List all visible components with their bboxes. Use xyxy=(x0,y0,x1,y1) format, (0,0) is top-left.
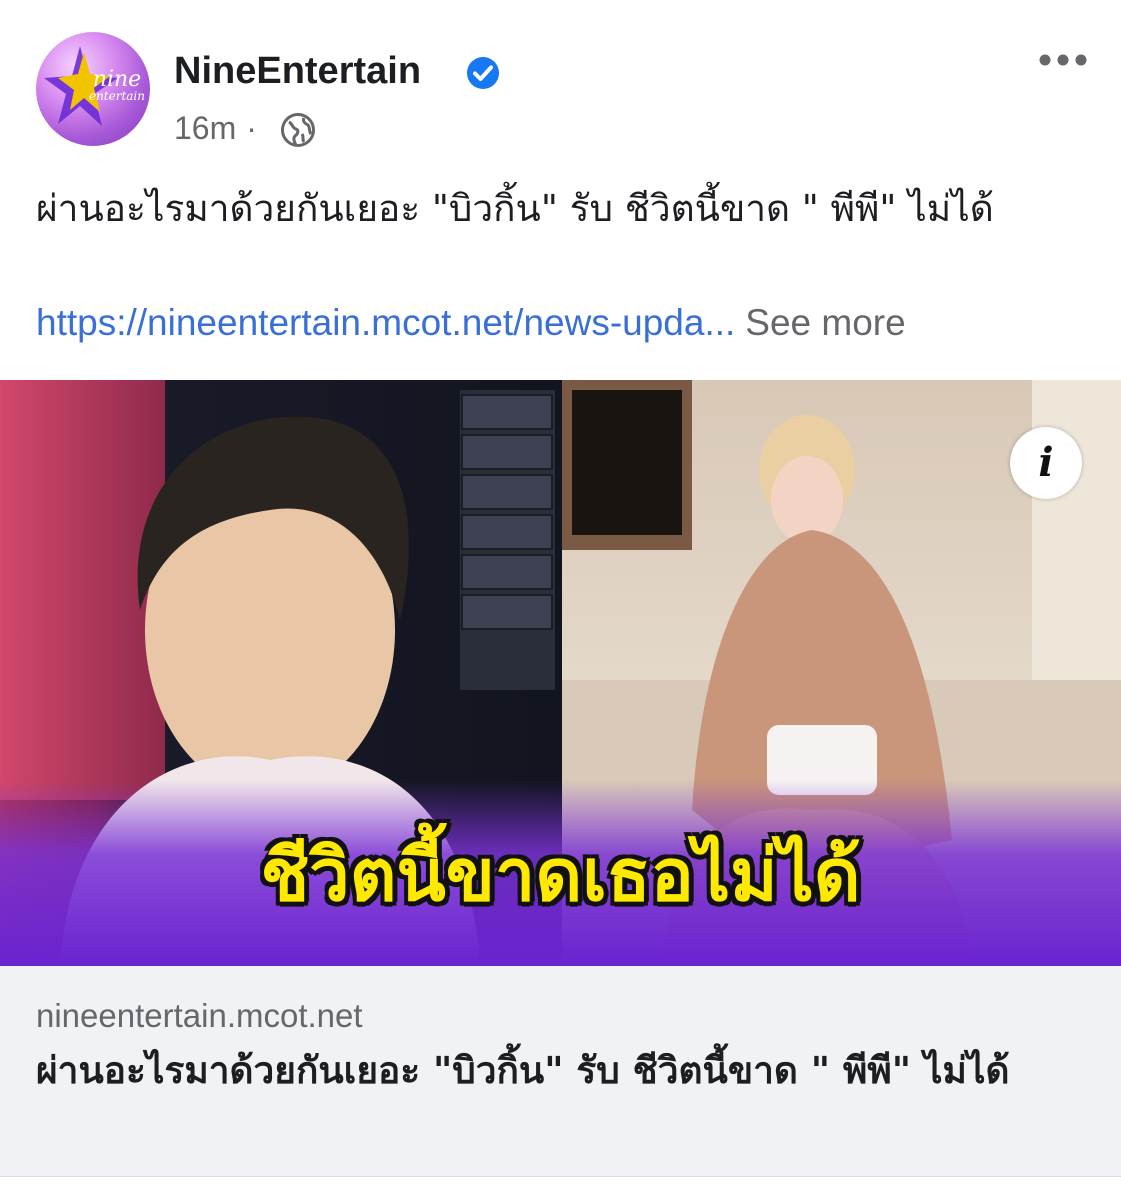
post-header: nine entertain NineEntertain 16m · xyxy=(0,0,1121,170)
avatar-logo-line1: nine xyxy=(92,67,142,92)
caption-link-line: https://nineentertain.mcot.net/news-upda… xyxy=(36,298,1096,348)
link-title[interactable]: ผ่านอะไรมาด้วยกันเยอะ "บิวกิ้น" รับ ชีวิ… xyxy=(36,1044,1086,1098)
verified-badge-icon xyxy=(467,57,499,89)
info-icon: i xyxy=(1038,439,1054,486)
post-caption: ผ่านอะไรมาด้วยกันเยอะ "บิวกิ้น" รับ ชีวิ… xyxy=(36,187,994,230)
post-meta: 16m · xyxy=(174,108,263,148)
link-domain: nineentertain.mcot.net xyxy=(36,997,363,1034)
article-link[interactable]: https://nineentertain.mcot.net/news-upda… xyxy=(36,302,735,343)
post-timestamp[interactable]: 16m xyxy=(174,110,236,146)
info-button[interactable]: i xyxy=(1010,427,1082,499)
globe-icon xyxy=(281,113,315,147)
avatar-logo-line2: entertain xyxy=(88,89,146,103)
image-headline-text: ชีวิตนี้ขาดเธอไม่ได้ xyxy=(260,833,861,917)
meta-separator: · xyxy=(246,110,257,146)
more-options-icon[interactable] xyxy=(1038,50,1088,70)
see-more-link[interactable]: See more xyxy=(745,302,905,343)
page-name[interactable]: NineEntertain xyxy=(174,48,421,94)
page-avatar[interactable]: nine entertain xyxy=(36,32,150,146)
post-image[interactable]: ชีวิตนี้ขาดเธอไม่ได้ i xyxy=(0,380,1121,966)
